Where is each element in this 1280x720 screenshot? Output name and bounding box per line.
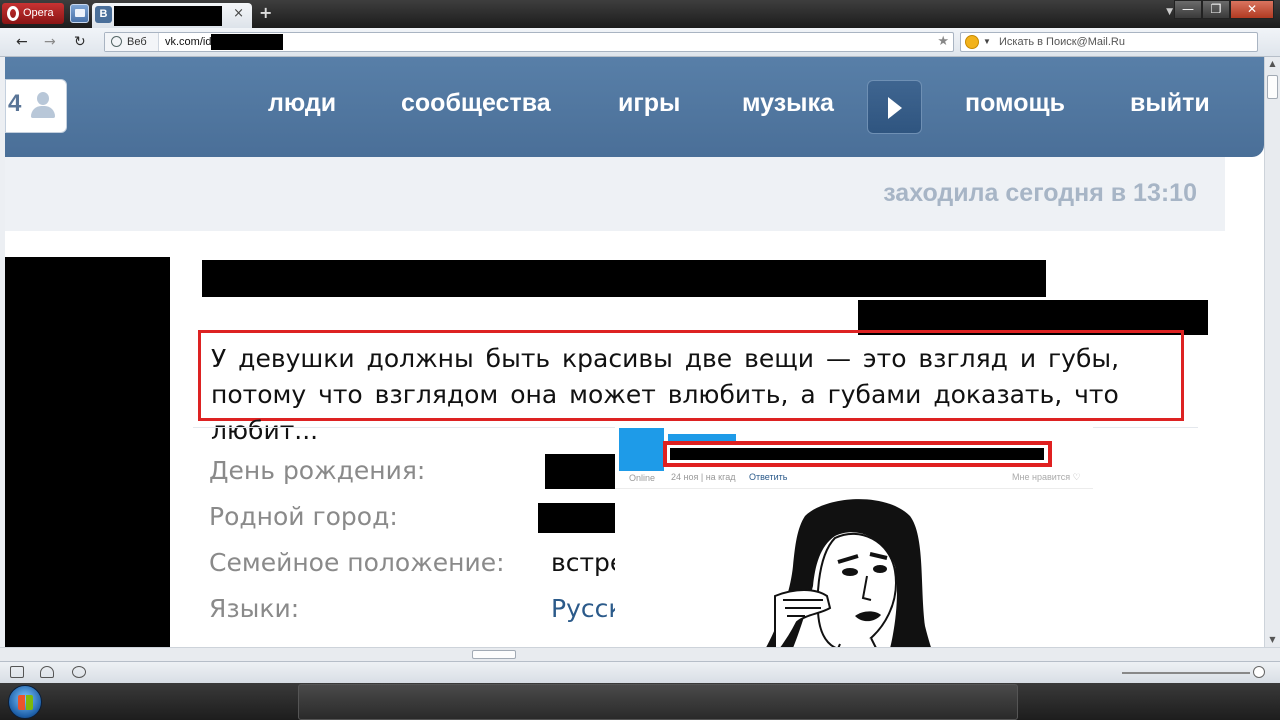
- scroll-down-icon[interactable]: ▼: [1267, 635, 1278, 645]
- birthday-label: День рождения:: [209, 456, 426, 485]
- birthday-value-redacted: [545, 454, 620, 489]
- minimize-button[interactable]: —: [1174, 0, 1202, 19]
- menu-music[interactable]: музыка: [742, 89, 834, 118]
- menu-logout[interactable]: выйти: [1130, 89, 1210, 118]
- start-button[interactable]: [8, 685, 42, 719]
- snapshot-portrait-drawing: [756, 499, 939, 664]
- address-bar[interactable]: Веб vk.com/id ★: [104, 32, 954, 52]
- relationship-label: Семейное положение:: [209, 548, 505, 577]
- address-url-redacted: [211, 34, 283, 50]
- profile-online-bar: заходила сегодня в 13:10: [5, 157, 1225, 231]
- back-icon[interactable]: ←: [16, 34, 28, 50]
- hometown-label: Родной город:: [209, 502, 398, 531]
- address-mode-badge[interactable]: Веб: [105, 33, 159, 51]
- last-seen-text: заходила сегодня в 13:10: [883, 179, 1197, 207]
- friends-counter[interactable]: 4: [5, 79, 67, 133]
- menu-games[interactable]: игры: [618, 89, 680, 118]
- reload-icon[interactable]: ↻: [74, 34, 86, 50]
- snapshot-date: 24 ноя | на кгад: [671, 472, 736, 482]
- opera-unite-icon[interactable]: [40, 666, 54, 678]
- new-tab-button[interactable]: +: [259, 3, 272, 22]
- user-icon: [31, 92, 55, 120]
- snapshot-highlight-box: [663, 441, 1052, 467]
- search-engine-dropdown-icon[interactable]: ▼: [983, 33, 991, 51]
- vk-favicon-icon: В: [95, 6, 112, 23]
- snapshot-online-label: Online: [629, 473, 656, 483]
- forward-icon[interactable]: →: [44, 34, 56, 50]
- horizontal-scrollbar[interactable]: [0, 647, 1280, 661]
- avatar-redacted: [5, 257, 170, 647]
- speed-dial-icon: [75, 9, 85, 17]
- status-highlight-box: У девушки должны быть красивы две вещи —…: [198, 330, 1184, 445]
- tab-strip-menu-icon[interactable]: ▼: [1166, 7, 1173, 17]
- browser-title-bar: Opera В × + ▼ — ❐ ✕: [0, 0, 1280, 28]
- snapshot-name-redacted: [670, 448, 1044, 460]
- opera-menu-button[interactable]: Opera: [2, 3, 64, 24]
- opera-logo-icon: [7, 6, 19, 21]
- taskbar-app-opera[interactable]: [298, 684, 1018, 720]
- opera-menu-label: Opera: [23, 7, 54, 19]
- tab-title-redacted: [114, 6, 222, 26]
- next-info-label: —: [209, 637, 234, 647]
- bookmark-star-icon[interactable]: ★: [937, 33, 949, 51]
- menu-people[interactable]: люди: [268, 89, 336, 118]
- scroll-up-icon[interactable]: ▲: [1267, 59, 1278, 69]
- windows-taskbar: [0, 683, 1280, 720]
- friends-count: 4: [8, 90, 22, 117]
- zoom-slider-track[interactable]: [1122, 672, 1250, 674]
- snapshot-divider: [615, 488, 1093, 489]
- vertical-scrollbar[interactable]: ▲ ▼: [1264, 57, 1280, 647]
- navigation-bar: ← → ↻ Веб vk.com/id ★ ▼ Искать в Поиск@M…: [0, 28, 1280, 57]
- search-field[interactable]: ▼ Искать в Поиск@Mail.Ru: [960, 32, 1258, 52]
- address-mode-label: Веб: [127, 36, 147, 48]
- windows-logo-icon: [18, 695, 33, 710]
- snapshot-likes: Мне нравится ♡: [1012, 472, 1081, 482]
- profile-name-redacted: [202, 260, 1046, 297]
- play-icon: [888, 97, 902, 119]
- menu-communities[interactable]: сообщества: [401, 89, 551, 118]
- window-controls: — ❐ ✕: [1174, 0, 1274, 19]
- languages-label: Языки:: [209, 594, 300, 623]
- tab-close-button[interactable]: ×: [233, 6, 244, 21]
- speed-dial-tab[interactable]: [70, 4, 89, 23]
- music-play-button[interactable]: [867, 80, 922, 134]
- mailru-search-icon: [965, 35, 979, 49]
- post-snapshot-overlay: Online 24 ноя | на кгад Ответить Мне нра…: [615, 426, 1093, 664]
- vertical-scroll-thumb[interactable]: [1267, 75, 1278, 99]
- snapshot-avatar: [619, 428, 664, 471]
- globe-icon: [111, 36, 122, 47]
- horizontal-scroll-thumb[interactable]: [472, 650, 516, 659]
- search-placeholder: Искать в Поиск@Mail.Ru: [999, 36, 1125, 48]
- turbo-icon[interactable]: [72, 666, 86, 678]
- address-url[interactable]: vk.com/id: [165, 33, 211, 51]
- tab-vk[interactable]: В ×: [92, 3, 252, 28]
- menu-help[interactable]: помощь: [965, 89, 1065, 118]
- zoom-slider-knob[interactable]: [1253, 666, 1265, 678]
- maximize-button[interactable]: ❐: [1202, 0, 1230, 19]
- close-window-button[interactable]: ✕: [1230, 0, 1274, 19]
- hometown-value-redacted: [538, 503, 620, 533]
- vk-header: 4 люди сообщества игры музыка помощь вый…: [5, 57, 1264, 157]
- snapshot-reply-link: Ответить: [749, 472, 788, 482]
- languages-value-link[interactable]: Русск: [551, 594, 623, 623]
- browser-status-bar: [0, 661, 1280, 683]
- panel-toggle-icon[interactable]: [10, 666, 24, 678]
